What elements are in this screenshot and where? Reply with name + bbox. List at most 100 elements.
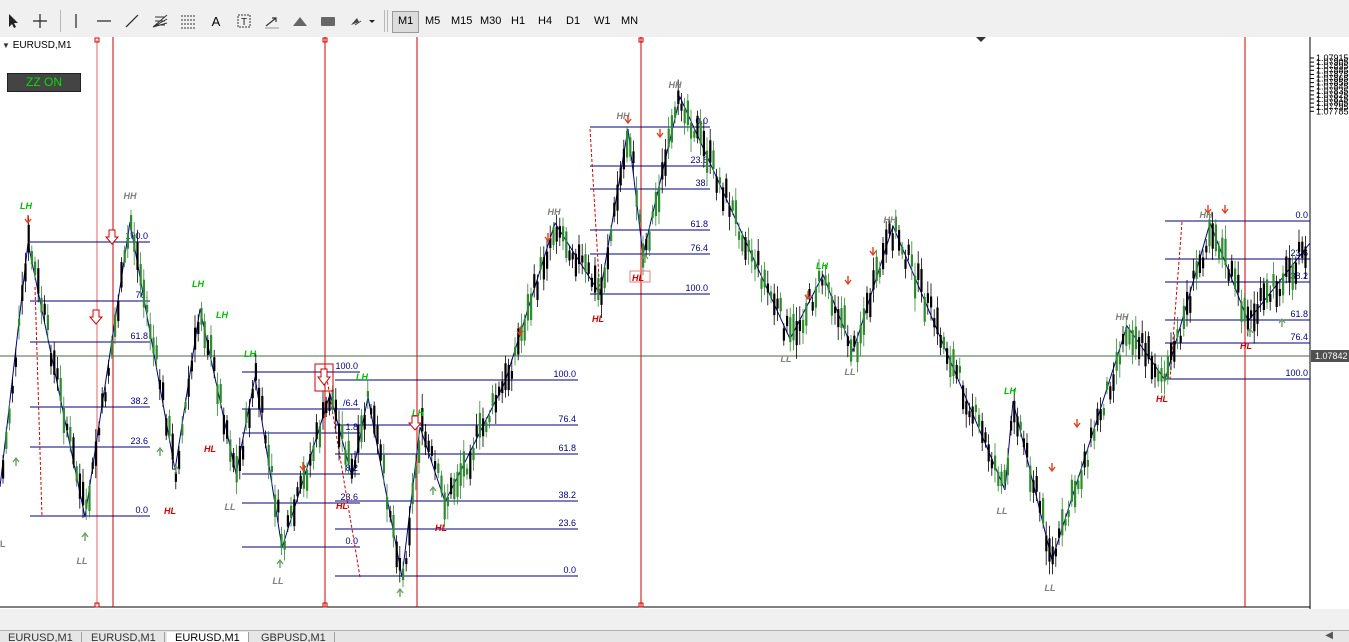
fibo-fan-icon[interactable] [150, 10, 170, 32]
candle-body [469, 451, 472, 479]
candle-body [11, 385, 14, 394]
candle-body [574, 253, 577, 277]
candle-body [245, 409, 248, 424]
swing-label-lh: LH [356, 372, 368, 382]
vertical-line-icon[interactable] [67, 10, 85, 32]
candle-body [290, 505, 293, 518]
candle-body [1195, 261, 1198, 279]
rectangle-icon[interactable] [318, 10, 338, 32]
text-icon[interactable]: A [207, 10, 225, 32]
candle-body [1115, 352, 1118, 371]
shapes-menu-icon[interactable] [346, 10, 376, 32]
candle-body [347, 440, 350, 465]
candle-body [1147, 336, 1150, 360]
candle-body [850, 339, 853, 362]
tabs-scroll-arrow-icon[interactable]: ◀ [1325, 631, 1333, 641]
candle-body [834, 306, 837, 314]
candle-body [984, 432, 987, 443]
candle-body [920, 268, 923, 292]
candle-body [59, 377, 62, 401]
candle-body [1160, 368, 1163, 382]
timeframe-h4[interactable]: H4 [533, 11, 557, 31]
fibo-retracement-icon[interactable] [178, 10, 198, 32]
timeframe-m1[interactable]: M1 [392, 11, 420, 33]
candle-body [1042, 498, 1045, 524]
candle-body [1077, 480, 1080, 489]
swing-label-ll: LL [1045, 583, 1056, 593]
timeframe-m15[interactable]: M15 [446, 11, 477, 31]
candle-body [846, 336, 849, 347]
candle-body [142, 279, 145, 308]
candle-body [664, 149, 667, 176]
candle-body [590, 277, 593, 287]
candle-body [1138, 337, 1141, 360]
candle-body [405, 558, 408, 565]
candle-body [75, 466, 78, 482]
candle-body [926, 293, 929, 303]
timeframe-d1[interactable]: D1 [561, 11, 585, 31]
toolbar-separator [384, 10, 385, 32]
candle-body [459, 463, 462, 486]
candle-body [91, 462, 94, 470]
candle-body [584, 254, 587, 273]
swing-label-lh: LH [20, 201, 32, 211]
svg-text:T: T [241, 17, 247, 28]
cursor-icon[interactable] [4, 10, 22, 32]
candle-body [43, 303, 46, 315]
trendline-icon[interactable] [123, 10, 141, 32]
candle-body [1048, 538, 1051, 562]
candle-body [1266, 279, 1269, 303]
fib-level-label: 0.0 [345, 536, 358, 546]
timeframe-m30[interactable]: M30 [475, 11, 506, 31]
chart-menu-triangle-icon[interactable]: ▼ [2, 41, 10, 50]
candle-body [171, 433, 174, 460]
candle-body [699, 120, 702, 144]
candle-body [1038, 500, 1041, 513]
candle-body [878, 268, 881, 278]
candle-body [296, 487, 299, 497]
candle-body [472, 447, 475, 461]
candle-body [997, 471, 1000, 486]
candle-body [488, 416, 491, 423]
candle-body [853, 335, 856, 347]
candle-body [1061, 509, 1064, 536]
candle-body [475, 425, 478, 437]
timeframe-h1[interactable]: H1 [506, 11, 530, 31]
buy-arrow-icon [396, 587, 404, 597]
candle-body [2, 460, 5, 479]
timeframe-m5[interactable]: M5 [420, 11, 445, 31]
candle-body [718, 177, 721, 184]
candle-body [693, 131, 696, 138]
candle-body [389, 510, 392, 518]
candle-body [734, 200, 737, 224]
candle-body [965, 401, 968, 415]
candle-body [661, 162, 664, 180]
swing-label-ll: LL [781, 354, 792, 364]
timeframe-mn[interactable]: MN [616, 11, 643, 31]
timeframe-w1[interactable]: W1 [589, 11, 616, 31]
candle-body [914, 275, 917, 299]
candle-body [792, 313, 795, 341]
candle-body [930, 296, 933, 308]
candle-body [594, 265, 597, 293]
buy-arrow-icon [429, 485, 437, 495]
candle-body [1000, 471, 1003, 487]
horizontal-line-icon[interactable] [95, 10, 113, 32]
swing-label-ll: LL [225, 502, 236, 512]
candle-body [875, 256, 878, 282]
zz-toggle-button[interactable]: ZZ ON [7, 73, 81, 92]
price-chart[interactable]: 1.079151.079051.078951.078851.078751.078… [0, 37, 1349, 609]
candle-body [962, 385, 965, 410]
text-label-icon[interactable]: T [235, 10, 253, 32]
crosshair-icon[interactable] [31, 10, 49, 32]
candle-body [1070, 479, 1073, 502]
candle-body [1022, 438, 1025, 448]
arrow-tool-icon[interactable] [262, 10, 282, 32]
chart-area[interactable]: 1.07915 1.07905 1.07895 1.07885 1.07875 1.078… [0, 37, 1349, 609]
candle-body [830, 296, 833, 316]
candle-body [776, 298, 779, 309]
candle-body [750, 250, 753, 262]
candle-body [430, 446, 433, 456]
triangle-icon[interactable] [290, 10, 310, 32]
candle-body [110, 339, 113, 355]
